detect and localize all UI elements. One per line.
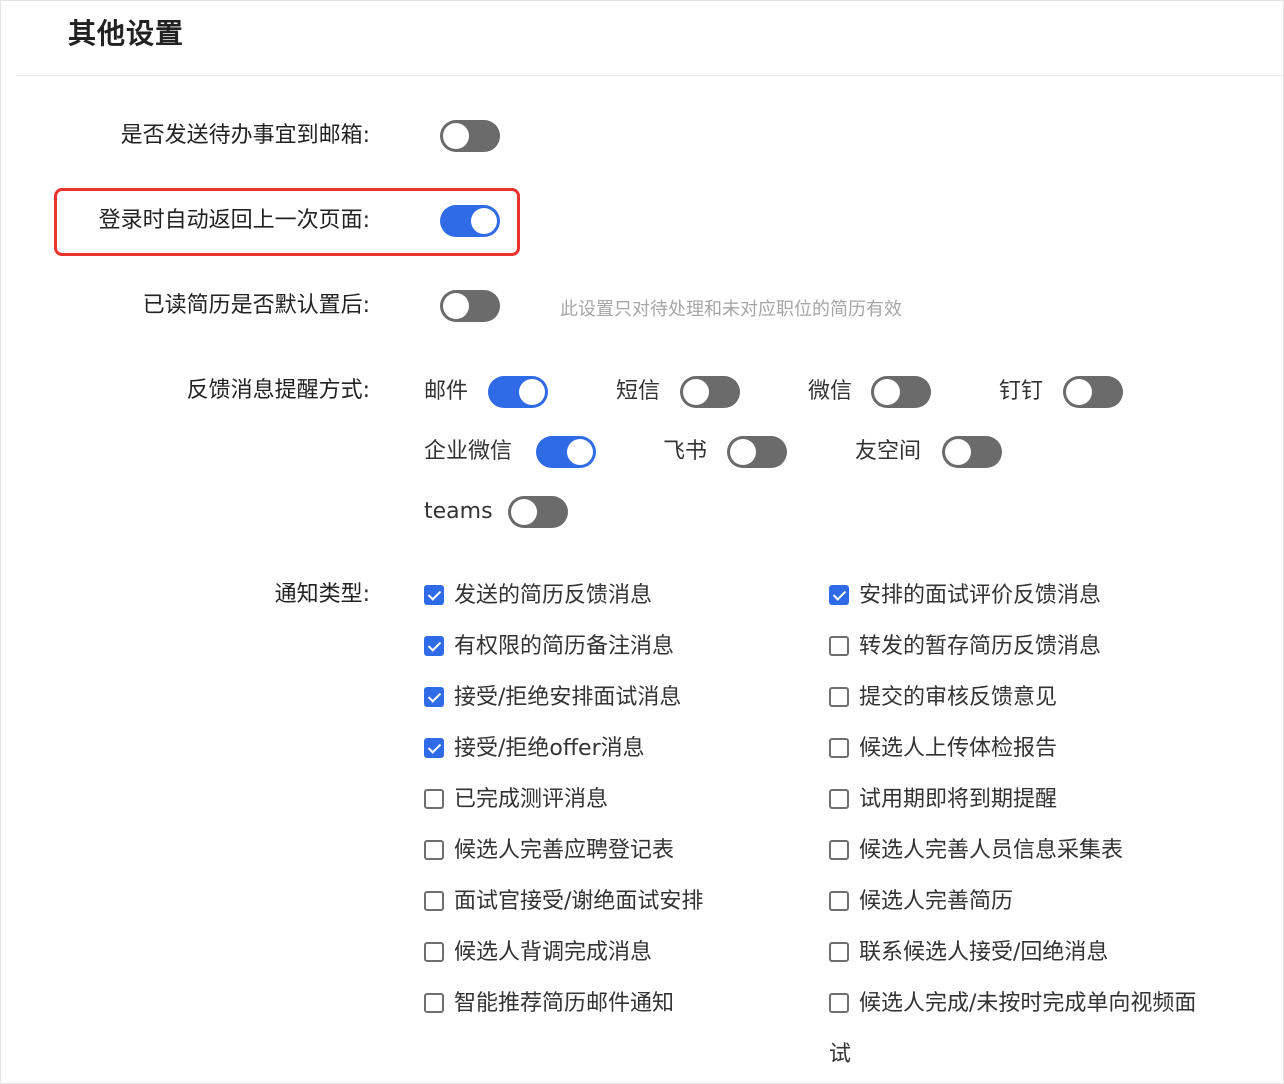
checkbox[interactable] <box>829 687 849 707</box>
channel-wechat-toggle[interactable] <box>871 376 931 408</box>
channel-email-label: 邮件 <box>424 379 469 404</box>
channel-teams-toggle[interactable] <box>508 496 568 528</box>
channel-dingtalk-label: 钉钉 <box>999 379 1044 404</box>
channel-feishu-toggle[interactable] <box>727 436 787 468</box>
notify-option-label: 候选人背调完成消息 <box>454 940 653 965</box>
channel-teams-label: teams <box>424 499 493 524</box>
toggle-knob <box>730 439 756 465</box>
checkbox[interactable] <box>829 738 849 758</box>
toggle-knob <box>443 293 469 319</box>
checkbox[interactable] <box>424 636 444 656</box>
checkbox[interactable] <box>829 585 849 605</box>
toggle-knob <box>471 208 497 234</box>
checkbox[interactable] <box>424 891 444 911</box>
checkbox[interactable] <box>424 789 444 809</box>
notify-option-label: 发送的简历反馈消息 <box>454 583 653 608</box>
notify-option-label: 候选人完善应聘登记表 <box>454 838 675 863</box>
channel-wecom-label: 企业微信 <box>424 439 513 464</box>
notify-option-label: 有权限的简历备注消息 <box>454 634 675 659</box>
checkbox[interactable] <box>424 840 444 860</box>
notify-label: 通知类型: <box>274 582 370 607</box>
channel-youkongjian-toggle[interactable] <box>942 436 1002 468</box>
settings-panel <box>0 0 1284 1084</box>
divider <box>16 75 1282 76</box>
notify-option-label: 候选人完善简历 <box>859 889 1014 914</box>
checkbox[interactable] <box>424 993 444 1013</box>
read-resume-toggle[interactable] <box>440 290 500 322</box>
reminder-label: 反馈消息提醒方式: <box>186 378 370 403</box>
checkbox[interactable] <box>829 636 849 656</box>
notify-option-label: 安排的面试评价反馈消息 <box>859 583 1102 608</box>
notify-option-label: 接受/拒绝offer消息 <box>454 736 645 761</box>
channel-dingtalk-toggle[interactable] <box>1063 376 1123 408</box>
toggle-knob <box>519 379 545 405</box>
notify-option-label: 面试官接受/谢绝面试安排 <box>454 889 704 914</box>
toggle-knob <box>567 439 593 465</box>
toggle-knob <box>511 499 537 525</box>
notify-option-label: 接受/拒绝安排面试消息 <box>454 685 682 710</box>
channel-sms-toggle[interactable] <box>680 376 740 408</box>
checkbox[interactable] <box>829 789 849 809</box>
toggle-knob <box>443 123 469 149</box>
notify-option-label: 提交的审核反馈意见 <box>859 685 1058 710</box>
notify-option-label: 联系候选人接受/回绝消息 <box>859 940 1109 965</box>
channel-sms-label: 短信 <box>616 379 661 404</box>
email-todo-toggle[interactable] <box>440 120 500 152</box>
auto-return-label: 登录时自动返回上一次页面: <box>98 208 370 233</box>
checkbox[interactable] <box>829 993 849 1013</box>
notify-option-label: 候选人完成/未按时完成单向视频面 <box>859 991 1197 1016</box>
checkbox[interactable] <box>424 585 444 605</box>
channel-youkongjian-label: 友空间 <box>855 439 922 464</box>
read-resume-hint: 此设置只对待处理和未对应职位的简历有效 <box>560 299 902 320</box>
section-title: 其他设置 <box>68 17 185 50</box>
notify-option-label: 智能推荐简历邮件通知 <box>454 991 675 1016</box>
notify-option-label: 候选人完善人员信息采集表 <box>859 838 1124 863</box>
notify-option-label: 转发的暂存简历反馈消息 <box>859 634 1102 659</box>
checkbox[interactable] <box>424 738 444 758</box>
checkbox[interactable] <box>829 942 849 962</box>
toggle-knob <box>1066 379 1092 405</box>
toggle-knob <box>683 379 709 405</box>
notify-option-label: 已完成测评消息 <box>454 787 609 812</box>
auto-return-toggle[interactable] <box>440 205 500 237</box>
checkbox[interactable] <box>424 687 444 707</box>
channel-wecom-toggle[interactable] <box>536 436 596 468</box>
checkbox[interactable] <box>829 891 849 911</box>
checkbox[interactable] <box>424 942 444 962</box>
channel-wechat-label: 微信 <box>808 379 853 404</box>
notify-option-label: 候选人上传体检报告 <box>859 736 1058 761</box>
notify-option-label-wrap: 试 <box>829 1042 852 1067</box>
checkbox[interactable] <box>829 840 849 860</box>
email-todo-label: 是否发送待办事宜到邮箱: <box>120 123 370 148</box>
toggle-knob <box>945 439 971 465</box>
channel-feishu-label: 飞书 <box>663 439 708 464</box>
channel-email-toggle[interactable] <box>488 376 548 408</box>
toggle-knob <box>874 379 900 405</box>
notify-option-label: 试用期即将到期提醒 <box>859 787 1058 812</box>
read-resume-label: 已读简历是否默认置后: <box>142 293 370 318</box>
